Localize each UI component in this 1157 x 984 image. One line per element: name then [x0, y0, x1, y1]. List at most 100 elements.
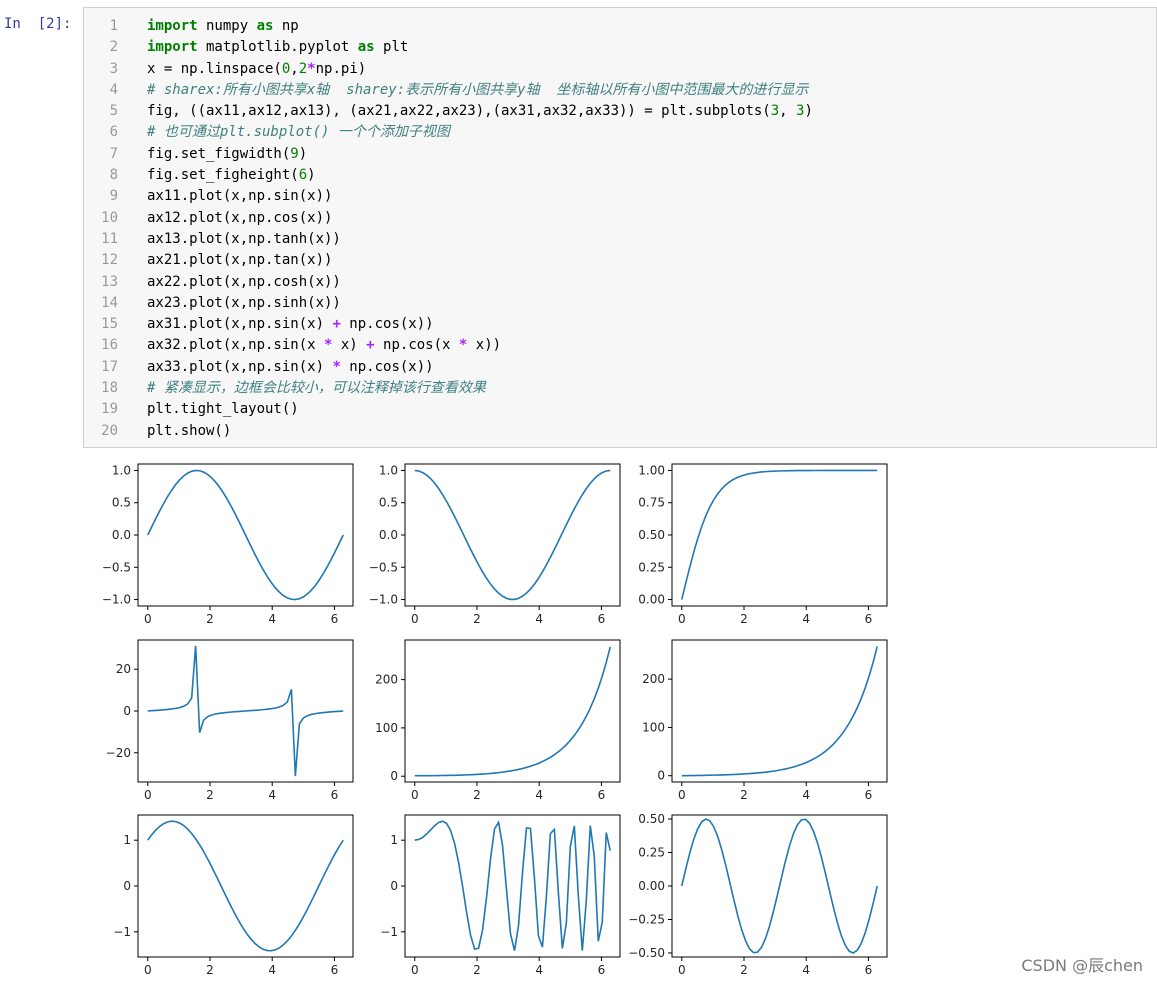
watermark: CSDN @辰chen [1021, 956, 1143, 975]
y-tick-label: −1 [113, 925, 131, 939]
x-tick-label: 0 [144, 963, 152, 977]
code-line[interactable]: # sharex:所有小图共享x轴 sharey:表示所有小图共享y轴 坐标轴以… [147, 80, 1152, 101]
y-tick-label: −0.5 [102, 560, 131, 574]
code-line[interactable]: # 紧凑显示，边框会比较小，可以注释掉该行查看效果 [147, 378, 1152, 399]
code-line[interactable]: ax13.plot(x,np.tanh(x)) [147, 229, 1152, 250]
subplot-33: 0 2 4 6 0.50 0.25 0.00 −0.25 −0.50 [628, 812, 888, 977]
line-number: 12 [101, 252, 118, 269]
y-tick-label: 0 [123, 704, 131, 718]
code-line[interactable]: # 也可通过plt.subplot() 一个个添加子视图 [147, 122, 1152, 143]
line-number: 4 [109, 81, 118, 98]
code-token: ax33.plot(x,np.sin(x) [147, 358, 333, 375]
subplot-12: 0 2 4 6 1.0 0.5 0.0 −0.5 −1.0 [369, 463, 621, 626]
code-cell-editor[interactable]: 1 2 3 4 5 6 7 8 9 10 11 12 13 14 15 16 17 18 19 20 import n… [83, 7, 1157, 448]
line-number: 14 [101, 294, 118, 311]
code-line[interactable]: ax31.plot(x,np.sin(x) + np.cos(x)) [147, 314, 1152, 335]
code-line[interactable]: import numpy as np [147, 16, 1152, 37]
code-token: # 也可通过plt.subplot() 一个个添加子视图 [147, 124, 450, 141]
x-tick-label: 2 [473, 963, 481, 977]
y-tick-label: 0.50 [638, 812, 665, 826]
x-tick-label: 4 [535, 963, 543, 977]
x-tick-label: 2 [740, 963, 748, 977]
y-tick-label: 0 [123, 879, 131, 893]
line-number: 9 [109, 188, 118, 205]
code-token: * [307, 60, 316, 77]
code-line[interactable]: ax32.plot(x,np.sin(x * x) + np.cos(x * x… [147, 335, 1152, 356]
y-tick-label: 200 [642, 672, 665, 686]
code-line[interactable]: plt.tight_layout() [147, 399, 1152, 420]
x-tick-label: 0 [411, 612, 419, 626]
code-line[interactable]: plt.show() [147, 421, 1152, 442]
code-token: fig, ((ax11,ax12,ax13), (ax21,ax22,ax23)… [147, 103, 771, 120]
y-tick-label: 1.0 [112, 463, 131, 477]
x-tick-label: 4 [802, 963, 810, 977]
x-tick-label: 2 [206, 963, 214, 977]
x-tick-label: 4 [802, 612, 810, 626]
code-token: x)) [467, 337, 502, 354]
x-tick-label: 0 [678, 788, 686, 802]
line-number: 16 [101, 337, 118, 354]
code-line[interactable]: import matplotlib.pyplot as plt [147, 37, 1152, 58]
subplot-11: 0 2 4 6 1.0 0.5 0.0 −0.5 −1.0 [102, 463, 354, 626]
x-tick-label: 0 [678, 612, 686, 626]
code-token: , [779, 103, 797, 120]
y-tick-label: −20 [106, 746, 131, 760]
code-token: plt [374, 39, 409, 56]
x-tick-label: 2 [206, 788, 214, 802]
code-line[interactable]: ax33.plot(x,np.sin(x) * np.cos(x)) [147, 357, 1152, 378]
y-tick-label: 0.75 [638, 496, 665, 510]
code-token: np.pi) [315, 60, 367, 77]
y-tick-label: −0.25 [628, 912, 665, 926]
line-number: 3 [109, 60, 118, 77]
y-tick-label: 0.5 [112, 496, 131, 510]
code-token: fig.set_figheight( [147, 167, 299, 184]
code-token: ) [804, 103, 813, 120]
code-line[interactable]: x = np.linspace(0,2*np.pi) [147, 59, 1152, 80]
code-line[interactable]: ax12.plot(x,np.cos(x)) [147, 208, 1152, 229]
y-tick-label: 0.25 [638, 846, 665, 860]
code-token: * [332, 358, 341, 375]
subplot-32: 0 2 4 6 1 0 −1 [380, 814, 621, 977]
x-tick-label: 4 [268, 963, 276, 977]
y-tick-label: 0.50 [638, 528, 665, 542]
code-token: plt.tight_layout() [147, 401, 299, 418]
code-lines[interactable]: import numpy as np import matplotlib.pypl… [147, 16, 1152, 442]
output-area: 0 2 4 6 1.0 0.5 0.0 −0.5 −1.0 0 2 4 6 1.0 0.5 0.0 −0.5 −1… [83, 452, 903, 982]
line-number: 5 [109, 103, 118, 120]
code-line[interactable]: ax23.plot(x,np.sinh(x)) [147, 293, 1152, 314]
y-tick-label: 1.00 [638, 463, 665, 477]
y-tick-label: 1 [123, 833, 131, 847]
x-tick-label: 6 [331, 788, 339, 802]
y-tick-label: 0 [390, 769, 398, 783]
subplot-21: 0 2 4 6 20 0 −20 [106, 639, 354, 802]
x-tick-label: 0 [144, 612, 152, 626]
line-number: 7 [109, 145, 118, 162]
line-number: 18 [101, 380, 118, 397]
x-tick-label: 2 [473, 788, 481, 802]
y-tick-label: 0.0 [112, 528, 131, 542]
code-token: fig.set_figwidth( [147, 145, 291, 162]
code-token: import [147, 18, 198, 34]
code-line[interactable]: fig, ((ax11,ax12,ax13), (ax21,ax22,ax23)… [147, 101, 1152, 122]
code-line[interactable]: ax21.plot(x,np.tan(x)) [147, 250, 1152, 271]
subplots-figure: 0 2 4 6 1.0 0.5 0.0 −0.5 −1.0 0 2 4 6 1.0 0.5 0.0 −0.5 −1… [102, 463, 888, 977]
line-number: 13 [101, 273, 118, 290]
code-token: # 紧凑显示，边框会比较小，可以注释掉该行查看效果 [147, 380, 486, 397]
code-line[interactable]: fig.set_figwidth(9) [147, 144, 1152, 165]
code-token: np [273, 18, 299, 34]
subplot-23: 0 2 4 6 200 100 0 [642, 639, 888, 802]
code-line[interactable]: ax11.plot(x,np.sin(x)) [147, 186, 1152, 207]
line-number: 6 [109, 124, 118, 141]
code-line[interactable]: fig.set_figheight(6) [147, 165, 1152, 186]
code-line[interactable]: ax22.plot(x,np.cosh(x)) [147, 272, 1152, 293]
x-tick-label: 4 [268, 612, 276, 626]
y-tick-label: 100 [375, 721, 398, 735]
axes-frame [671, 463, 888, 607]
x-tick-label: 6 [598, 612, 606, 626]
code-token: + [332, 316, 341, 333]
code-token: x = np.linspace( [147, 60, 282, 77]
line-number: 20 [101, 422, 118, 439]
y-tick-label: 1 [390, 833, 398, 847]
y-tick-label: 200 [375, 673, 398, 687]
x-tick-label: 6 [598, 963, 606, 977]
